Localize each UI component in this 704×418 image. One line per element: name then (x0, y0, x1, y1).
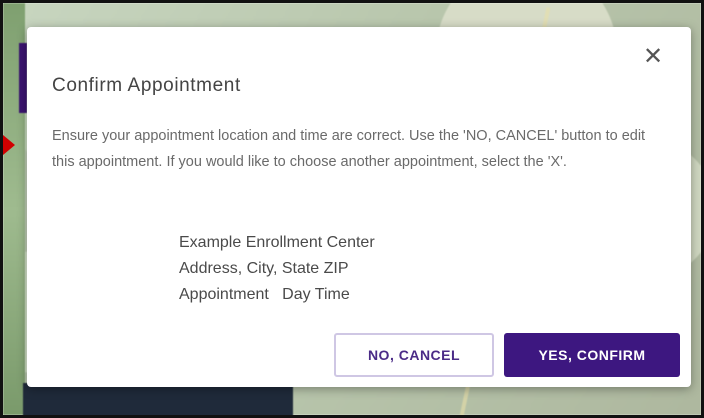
close-icon[interactable]: ✕ (641, 45, 665, 69)
dialog-message: Ensure your appointment location and tim… (52, 128, 646, 170)
backdrop-panel-accent (19, 43, 27, 113)
screenshot-frame: ✕ Confirm Appointment Ensure your appoin… (0, 0, 704, 418)
no-cancel-button[interactable]: NO, CANCEL (334, 333, 494, 377)
appointment-location: Example Enrollment Center (179, 234, 375, 251)
dialog-title: Confirm Appointment (52, 75, 241, 96)
red-arrow-marker-icon (3, 135, 15, 155)
confirm-appointment-dialog: ✕ Confirm Appointment Ensure your appoin… (27, 27, 691, 387)
backdrop-dark-panel (23, 383, 293, 415)
appointment-address: Address, City, State ZIP (179, 260, 349, 277)
appointment-details: Example Enrollment Center Address, City,… (179, 230, 375, 308)
yes-confirm-button[interactable]: YES, CONFIRM (504, 333, 680, 377)
appointment-datetime: Appointment Day Time (179, 286, 350, 303)
